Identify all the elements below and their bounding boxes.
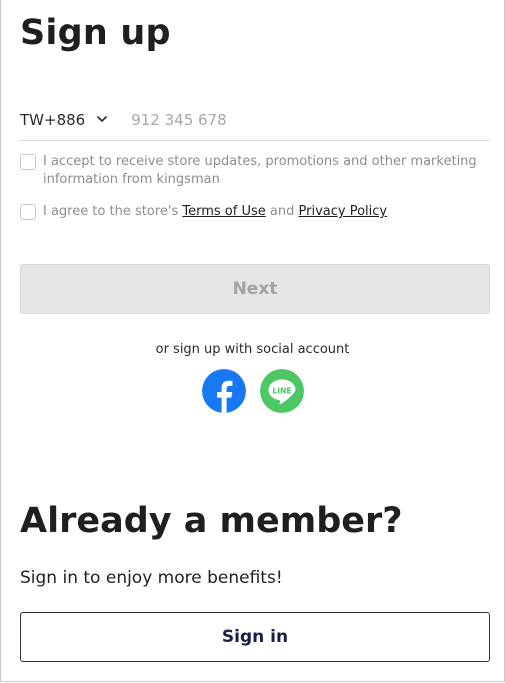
facebook-icon[interactable] xyxy=(201,369,246,413)
phone-number-input[interactable] xyxy=(131,111,432,129)
line-icon[interactable]: LINE xyxy=(259,369,304,413)
page-title: Sign up xyxy=(20,13,171,53)
phone-field-row: TW+886 xyxy=(20,100,490,141)
sign-in-button[interactable]: Sign in xyxy=(20,612,490,662)
member-section-subtitle: Sign in to enjoy more benefits! xyxy=(20,568,283,588)
line-icon-label: LINE xyxy=(272,386,291,395)
country-code-label: TW+886 xyxy=(20,111,86,129)
marketing-consent-row: I accept to receive store updates, promo… xyxy=(20,154,490,189)
marketing-consent-label: I accept to receive store updates, promo… xyxy=(43,154,477,187)
member-section-title: Already a member? xyxy=(20,501,403,541)
terms-of-use-link[interactable]: Terms of Use xyxy=(182,204,265,219)
terms-and-text: and xyxy=(265,204,299,219)
terms-prefix-text: I agree to the store's xyxy=(43,204,183,219)
privacy-policy-link[interactable]: Privacy Policy xyxy=(299,204,388,219)
social-login-row: LINE xyxy=(1,369,504,413)
terms-consent-label: I agree to the store's Terms of Use and … xyxy=(43,203,387,221)
next-button[interactable]: Next xyxy=(20,264,490,314)
terms-consent-row: I agree to the store's Terms of Use and … xyxy=(20,204,490,221)
signup-page: Sign up TW+886 I accept to receive store… xyxy=(0,0,505,682)
chevron-down-icon xyxy=(97,116,108,122)
social-signup-label: or sign up with social account xyxy=(155,342,350,357)
terms-consent-checkbox[interactable] xyxy=(20,204,36,220)
country-code-selector[interactable]: TW+886 xyxy=(20,104,108,136)
marketing-consent-checkbox[interactable] xyxy=(20,154,36,170)
